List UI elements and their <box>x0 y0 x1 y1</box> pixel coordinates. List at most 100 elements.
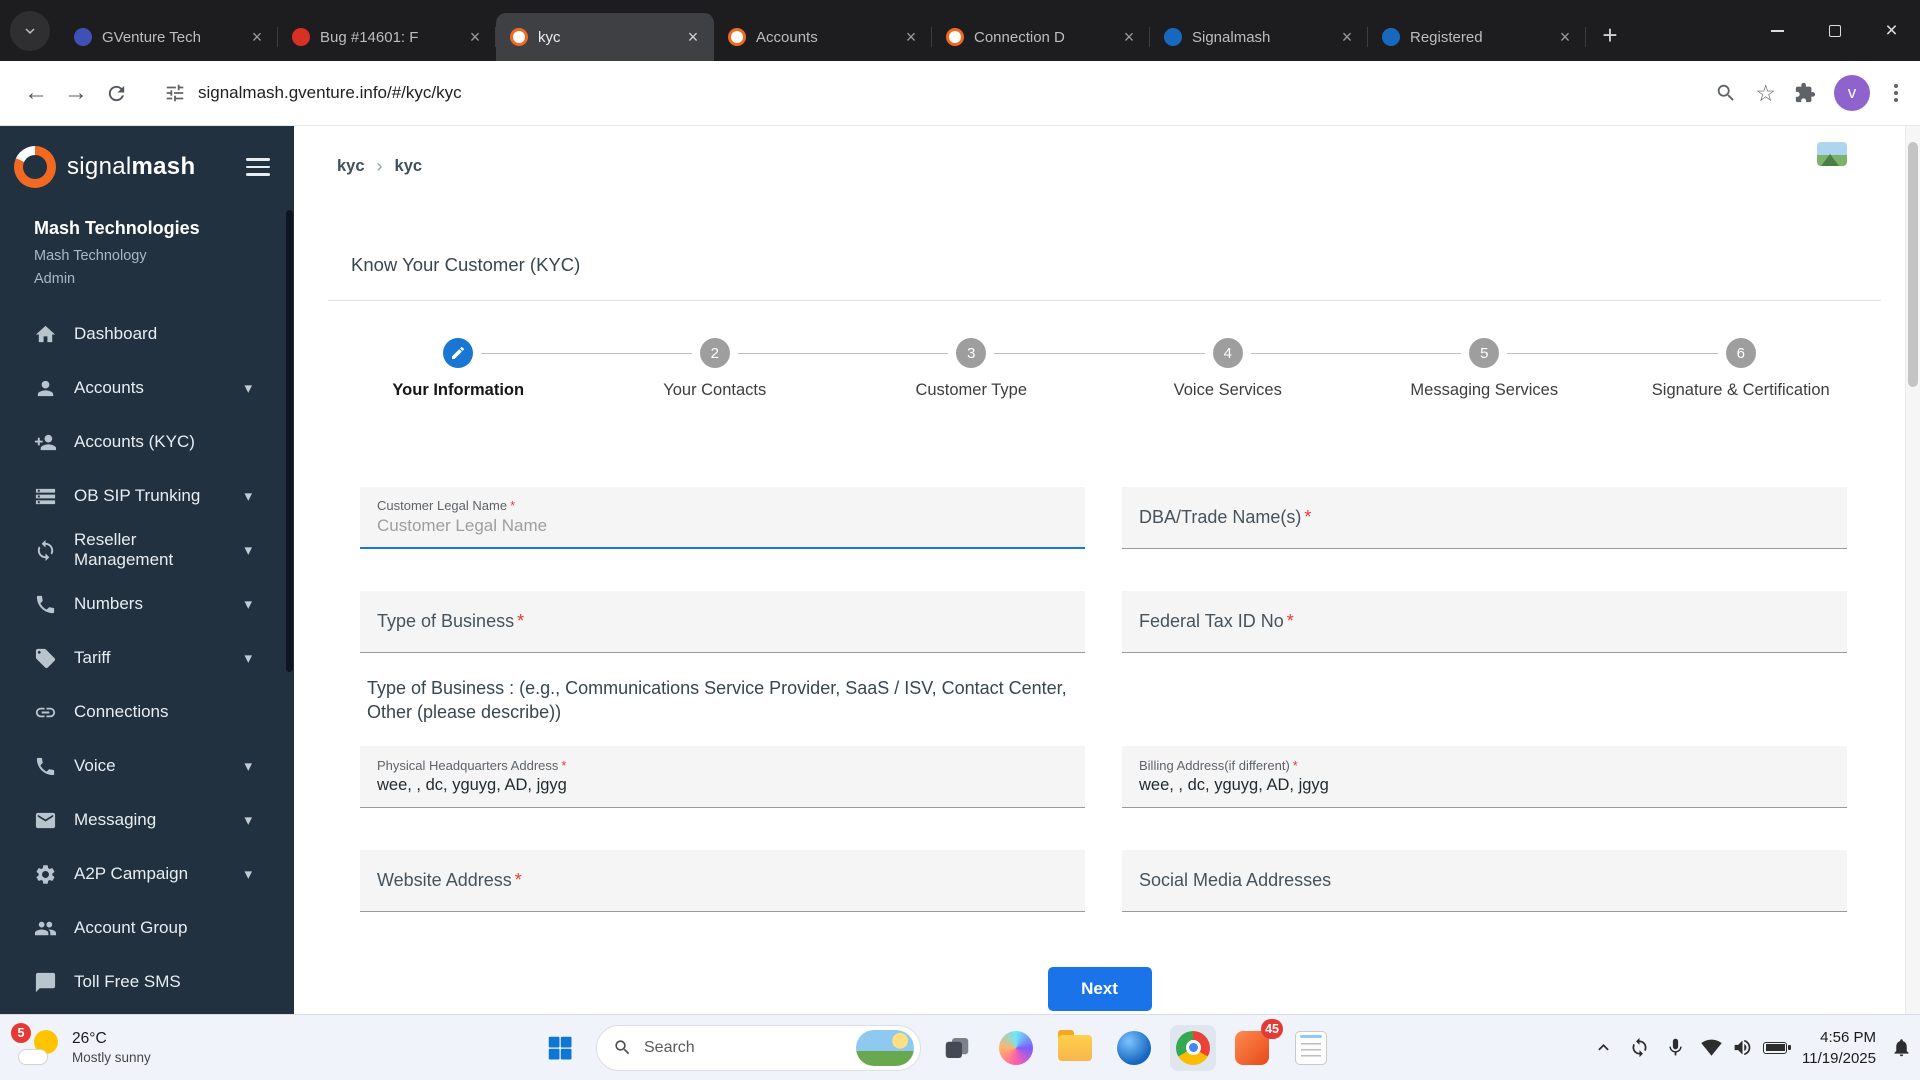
window-controls: × <box>1749 0 1920 61</box>
sidebar-scrollbar[interactable] <box>286 210 293 672</box>
sidebar-hamburger-icon[interactable] <box>242 154 274 180</box>
sidebar-item-toll-free-sms[interactable]: Toll Free SMS <box>0 955 294 1009</box>
reload-button[interactable] <box>96 73 136 113</box>
scrollbar-thumb[interactable] <box>1908 142 1918 387</box>
tab-bug[interactable]: Bug #14601: F × <box>278 13 496 61</box>
step-messaging-services[interactable]: 5 Messaging Services <box>1356 338 1613 400</box>
search-placeholder: Search <box>644 1038 695 1056</box>
back-button[interactable]: ← <box>16 73 56 113</box>
sidebar-item-a2p-campaign[interactable]: A2P Campaign ▾ <box>0 847 294 901</box>
sidebar-item-numbers[interactable]: Numbers ▾ <box>0 577 294 631</box>
sidebar-item-connections[interactable]: Connections <box>0 685 294 739</box>
breadcrumb-item[interactable]: kyc <box>395 157 423 176</box>
customer-legal-name-input[interactable] <box>377 516 1068 536</box>
tab-registered[interactable]: Registered × <box>1368 13 1586 61</box>
tag-icon <box>35 648 56 668</box>
window-minimize-button[interactable] <box>1749 0 1806 61</box>
page-scrollbar[interactable] <box>1905 126 1920 1014</box>
gear-icon <box>36 864 55 884</box>
envelope-icon <box>35 812 56 828</box>
tab-signalmash[interactable]: Signalmash × <box>1150 13 1368 61</box>
clock-time: 4:56 PM <box>1820 1028 1876 1046</box>
header-image[interactable] <box>1817 142 1847 166</box>
tab-close-icon[interactable]: × <box>682 26 704 48</box>
website-address-field[interactable]: Website Address * <box>360 849 1085 912</box>
sidebar-item-dashboard[interactable]: Dashboard <box>0 307 294 361</box>
update-sync-icon[interactable] <box>1629 1037 1650 1058</box>
sidebar-item-accounts[interactable]: Accounts ▾ <box>0 361 294 415</box>
extensions-icon[interactable] <box>1794 82 1816 104</box>
search-highlight-image[interactable] <box>856 1029 914 1066</box>
microphone-icon[interactable] <box>1665 1037 1686 1058</box>
sidebar-item-reseller-management[interactable]: Reseller Management ▾ <box>0 523 294 577</box>
copilot-button[interactable] <box>993 1025 1039 1071</box>
weather-temp: 26°C <box>72 1030 107 1047</box>
sidebar-item-accounts-kyc[interactable]: Accounts (KYC) <box>0 415 294 469</box>
notification-bell-icon[interactable] <box>1891 1037 1912 1058</box>
tab-list: GVenture Tech × Bug #14601: F × kyc × Ac… <box>60 0 1586 61</box>
new-tab-button[interactable]: + <box>1592 17 1628 53</box>
tab-close-icon[interactable]: × <box>1336 26 1358 48</box>
file-explorer-button[interactable] <box>1052 1025 1098 1071</box>
customer-legal-name-field[interactable]: Customer Legal Name * <box>360 487 1085 549</box>
address-bar[interactable]: signalmash.gventure.info/#/kyc/kyc <box>150 71 1701 115</box>
sidebar-item-ob-sip-trunking[interactable]: OB SIP Trunking ▾ <box>0 469 294 523</box>
tab-connection[interactable]: Connection D × <box>932 13 1150 61</box>
step-customer-type[interactable]: 3 Customer Type <box>843 338 1100 400</box>
sidebar-item-messaging[interactable]: Messaging ▾ <box>0 793 294 847</box>
billing-address-field[interactable]: Billing Address(if different) * wee, , dc… <box>1122 745 1847 808</box>
taskbar-search[interactable]: Search <box>596 1024 921 1071</box>
next-button[interactable]: Next <box>1047 967 1152 1011</box>
bookmark-star-icon[interactable]: ☆ <box>1755 81 1776 105</box>
site-info-icon[interactable] <box>164 82 186 104</box>
federal-tax-id-field[interactable]: Federal Tax ID No * <box>1122 591 1847 653</box>
toolbar-search-icon[interactable] <box>1715 82 1737 104</box>
profile-avatar[interactable]: v <box>1834 75 1870 111</box>
tab-kyc-active[interactable]: kyc × <box>496 13 714 61</box>
mail-app-button[interactable]: 45 <box>1229 1018 1283 1071</box>
tab-close-icon[interactable]: × <box>464 26 486 48</box>
tab-gventure[interactable]: GVenture Tech × <box>60 13 278 61</box>
blue-sphere-app-button[interactable] <box>1111 1025 1157 1071</box>
tab-label: Bug #14601: F <box>320 28 419 46</box>
sidebar-item-label: Reseller Management <box>74 530 174 569</box>
social-media-addresses-field[interactable]: Social Media Addresses <box>1122 849 1847 912</box>
sidebar-item-tariff[interactable]: Tariff ▾ <box>0 631 294 685</box>
notepad-button[interactable] <box>1288 1025 1334 1071</box>
step-voice-services[interactable]: 4 Voice Services <box>1099 338 1357 400</box>
step-your-information[interactable]: Your Information <box>330 338 587 400</box>
weather-text: 26°C Mostly sunny <box>72 1030 151 1065</box>
start-button[interactable] <box>537 1025 583 1071</box>
physical-headquarters-address-field[interactable]: Physical Headquarters Address * wee, , dc… <box>360 745 1085 808</box>
wifi-icon <box>1701 1039 1722 1056</box>
task-view-button[interactable] <box>934 1025 980 1071</box>
org-role: Admin <box>34 271 76 287</box>
sidebar-item-voice[interactable]: Voice ▾ <box>0 739 294 793</box>
tab-close-icon[interactable]: × <box>1554 26 1576 48</box>
tab-close-icon[interactable]: × <box>900 26 922 48</box>
forward-button[interactable]: → <box>56 73 96 113</box>
sidebar-item-account-group[interactable]: Account Group <box>0 901 294 955</box>
type-of-business-field[interactable]: Type of Business * <box>360 591 1085 653</box>
taskbar-weather-widget[interactable]: 5 26°C Mostly sunny <box>6 1015 163 1080</box>
breadcrumb-item[interactable]: kyc <box>337 157 365 176</box>
step-circle: 5 <box>1469 338 1500 368</box>
tab-close-icon[interactable]: × <box>1118 26 1140 48</box>
chrome-button[interactable] <box>1170 1024 1216 1071</box>
tab-close-icon[interactable]: × <box>246 26 268 48</box>
field-label: Customer Legal Name * <box>377 498 516 513</box>
call-icon <box>36 757 55 775</box>
tray-chevron-up-icon[interactable] <box>1593 1037 1614 1058</box>
dba-trade-name-field[interactable]: DBA/Trade Name(s) * <box>1122 487 1847 549</box>
window-maximize-button[interactable] <box>1806 0 1863 61</box>
step-your-contacts[interactable]: 2 Your Contacts <box>586 338 844 400</box>
browser-menu-icon[interactable] <box>1888 78 1904 108</box>
taskbar-clock[interactable]: 4:56 PM 11/19/2025 <box>1802 1027 1876 1069</box>
step-signature-certification[interactable]: 6 Signature & Certification <box>1612 338 1870 400</box>
tray-network-volume-battery[interactable] <box>1701 1037 1791 1058</box>
system-tray: 4:56 PM 11/19/2025 <box>1593 1015 1912 1080</box>
tab-search-button[interactable] <box>10 11 50 51</box>
tab-accounts[interactable]: Accounts × <box>714 13 932 61</box>
window-close-button[interactable]: × <box>1863 0 1920 61</box>
url-text[interactable]: signalmash.gventure.info/#/kyc/kyc <box>198 83 462 103</box>
